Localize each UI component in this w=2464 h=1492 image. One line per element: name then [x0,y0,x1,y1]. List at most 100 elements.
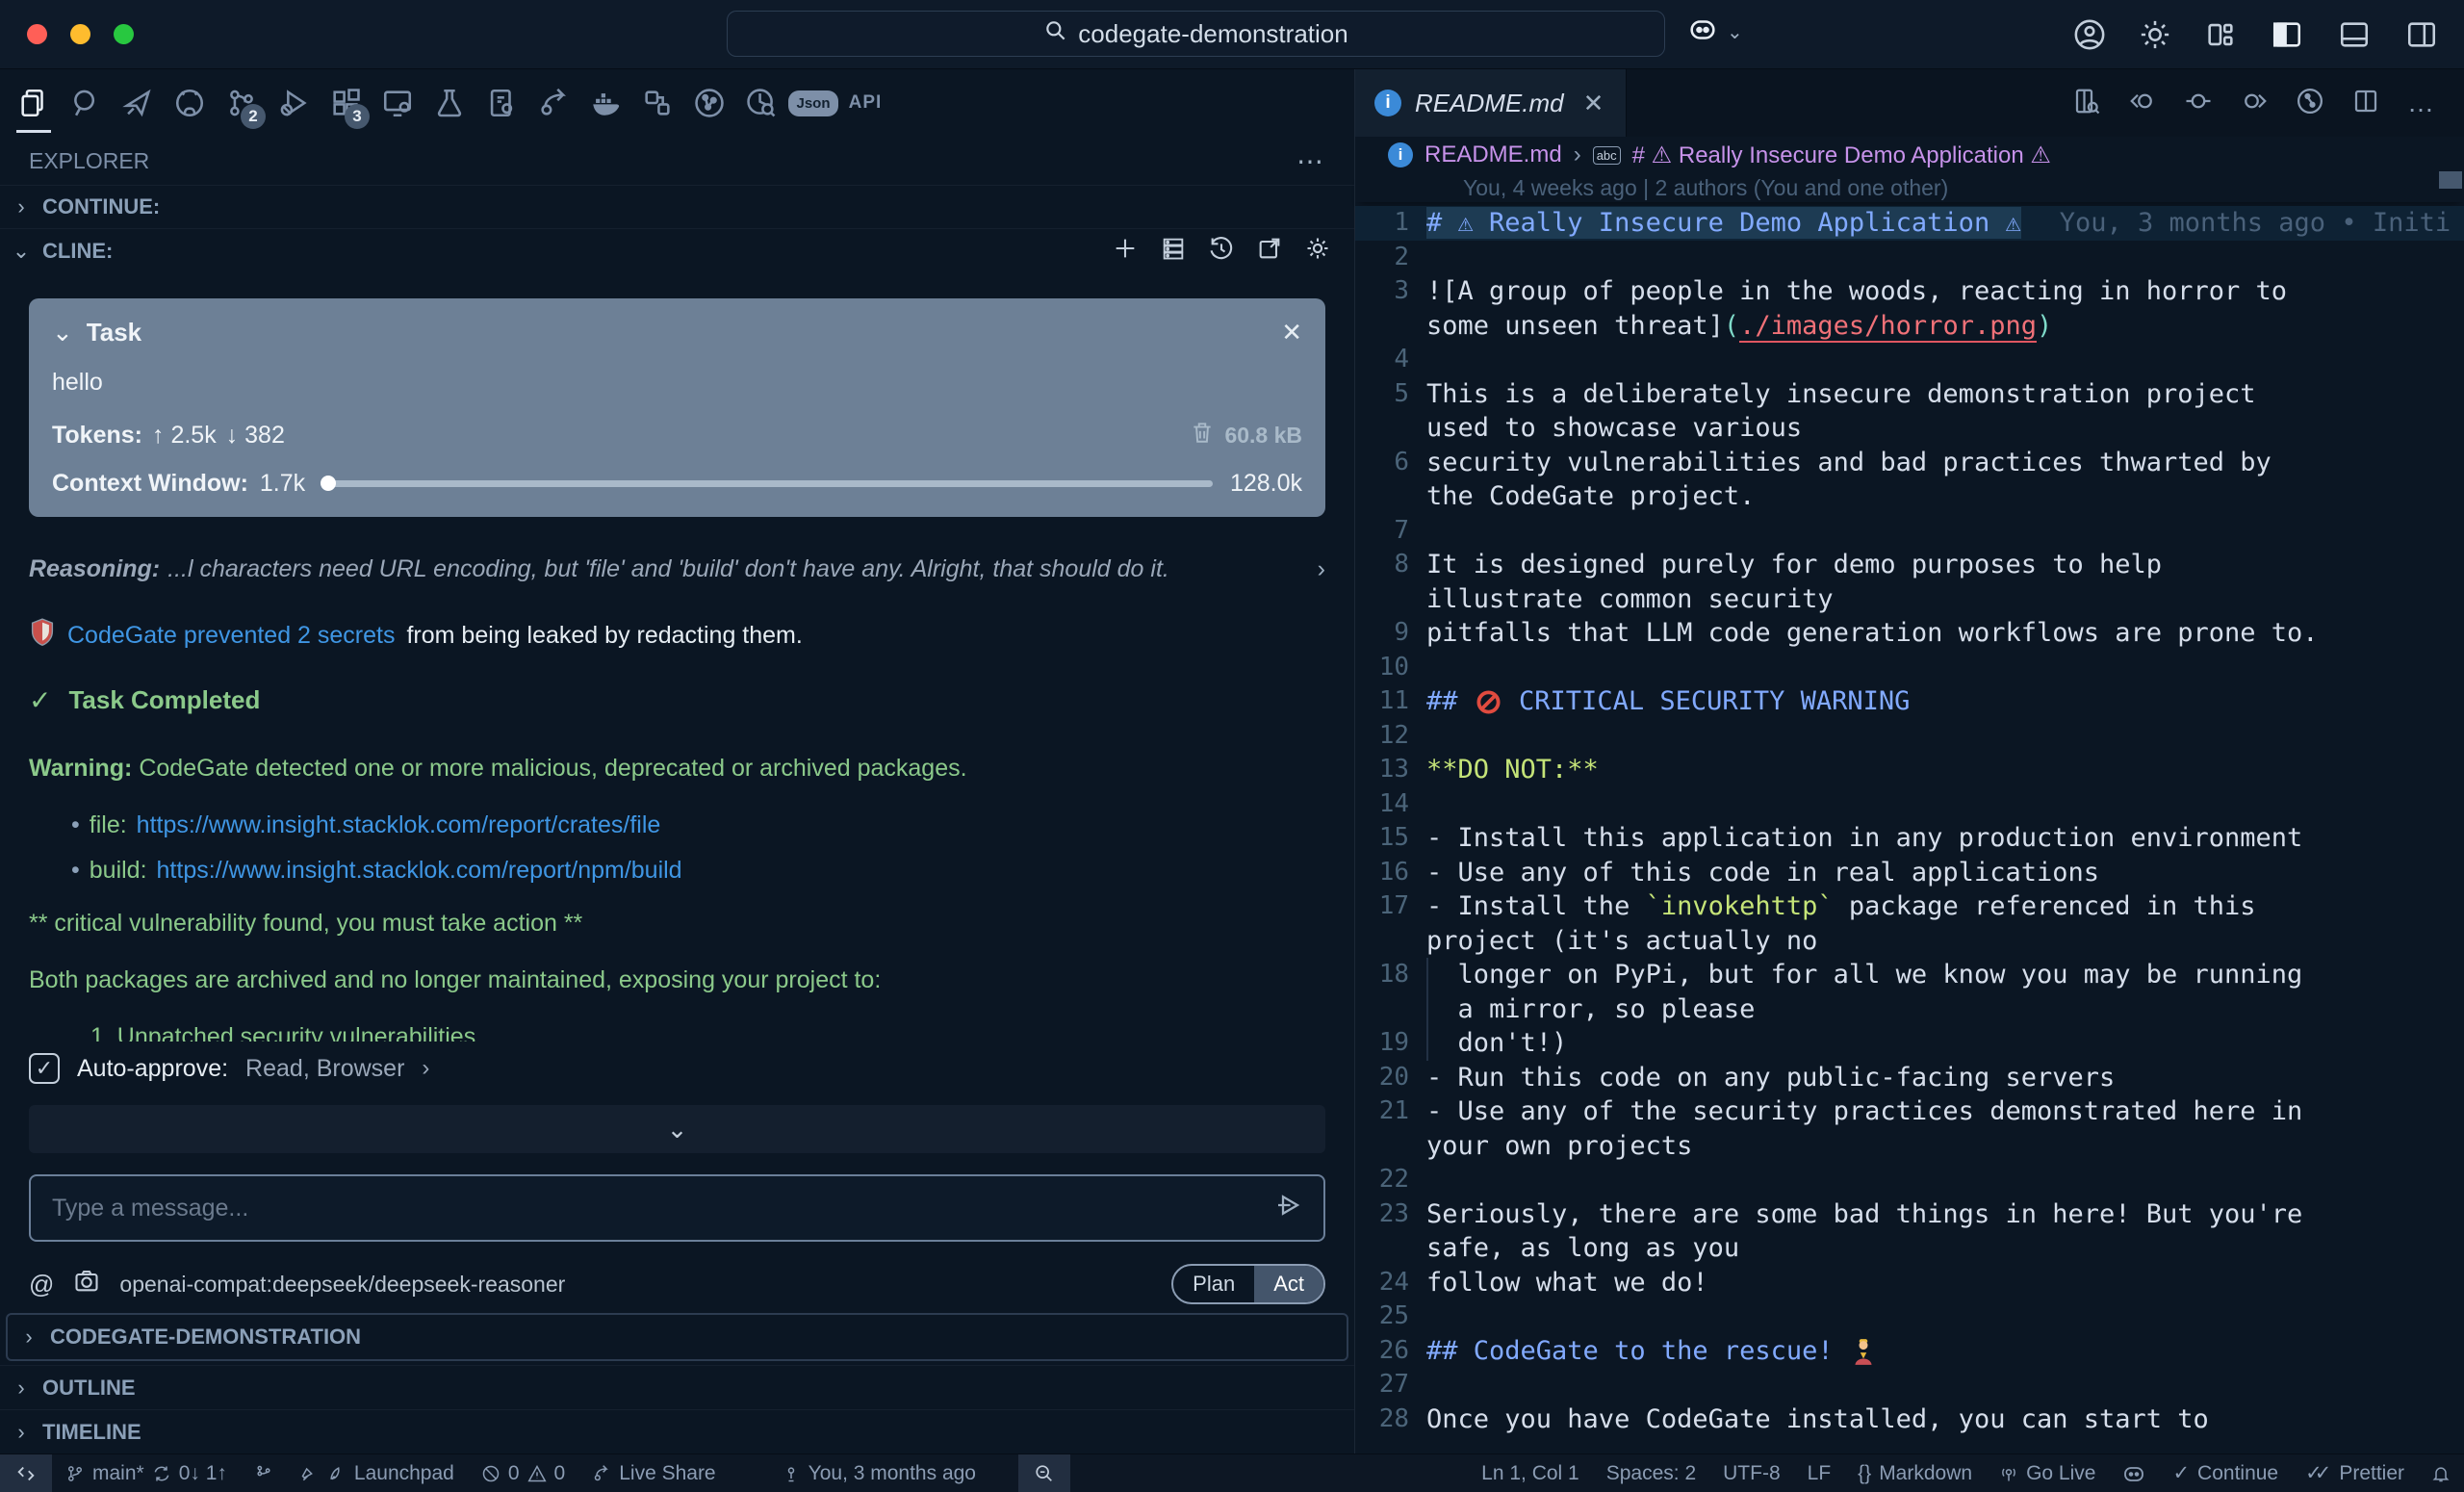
prettier-status-item[interactable]: ✓✓ Prettier [2292,1454,2418,1492]
project-blocks-icon[interactable] [631,69,683,137]
next-change-icon[interactable] [2240,87,2269,120]
section-continue[interactable]: › CONTINUE: [0,185,1354,229]
zoom-window-button[interactable] [114,24,134,44]
continue-extension-icon[interactable] [112,69,164,137]
zoom-control[interactable] [1018,1454,1070,1492]
change-marker-icon[interactable] [2184,87,2213,120]
problems-item[interactable]: 0 0 [468,1454,578,1492]
codegen-settings-icon[interactable] [475,69,527,137]
run-debug-icon[interactable] [268,69,320,137]
message-input[interactable]: Type a message... [29,1174,1325,1242]
gitlens-search-icon[interactable] [735,69,787,137]
secrets-link[interactable]: CodeGate prevented 2 secrets [67,622,395,650]
cursor-position-item[interactable]: Ln 1, Col 1 [1468,1454,1593,1492]
minimize-window-button[interactable] [70,24,90,44]
live-share-item[interactable]: Live Share [578,1454,729,1492]
encoding-item[interactable]: UTF-8 [1709,1454,1794,1492]
blame-item[interactable]: You, 3 months ago [768,1454,989,1492]
sync-status: 0↓ 1↑ [179,1462,227,1485]
go-live-item[interactable]: Go Live [1986,1454,2109,1492]
section-outline[interactable]: › OUTLINE [0,1365,1354,1409]
language-item[interactable]: {} Markdown [1844,1454,1986,1492]
extensions-icon[interactable]: 3 [320,69,372,137]
context-mention-icon[interactable]: @ [29,1270,54,1299]
chevron-down-icon[interactable]: ⌄ [52,318,73,347]
send-icon[interactable] [1273,1191,1302,1226]
expand-collapse-bar[interactable]: ⌄ [29,1105,1325,1153]
remote-indicator[interactable] [0,1454,52,1492]
critical-warning-text: ** critical vulnerability found, you mus… [29,910,1325,938]
toggle-secondary-sidebar-icon[interactable] [2404,18,2439,51]
split-editor-icon[interactable] [2351,87,2380,120]
toggle-primary-sidebar-icon[interactable] [2270,18,2304,51]
json-extension-icon[interactable]: Json [787,69,839,137]
auto-approve-row[interactable]: ✓ Auto-approve: Read, Browser › [29,1042,1325,1095]
new-task-icon[interactable] [1112,235,1139,268]
package-name: file: [90,811,127,839]
tab-close-icon[interactable]: ✕ [1583,89,1604,118]
gitlens-graph-icon[interactable] [2296,87,2324,120]
open-preview-icon[interactable] [2072,87,2101,120]
testing-beaker-icon[interactable] [424,69,475,137]
share-icon[interactable] [527,69,579,137]
notifications-bell-icon[interactable] [2418,1454,2464,1492]
section-codegate-demonstration[interactable]: › CODEGATE-DEMONSTRATION [8,1315,1347,1359]
customize-layout-icon[interactable] [2204,18,2237,51]
breadcrumb-heading[interactable]: # ⚠ Really Insecure Demo Application ⚠ [1632,141,2051,169]
package-url[interactable]: https://www.insight.stacklok.com/report/… [137,811,661,839]
reasoning-row[interactable]: Reasoning: ...l characters need URL enco… [29,555,1325,583]
tab-label: README.md [1415,89,1564,118]
plan-mode-button[interactable]: Plan [1173,1266,1254,1302]
worktree-icon[interactable] [241,1454,287,1492]
search-view-icon[interactable] [60,69,112,137]
launchpad-item[interactable]: Launchpad [287,1454,468,1492]
indentation-item[interactable]: Spaces: 2 [1593,1454,1709,1492]
mcp-servers-icon[interactable] [1160,235,1187,268]
activity-bar: 2 3 [0,69,1355,137]
tab-readme[interactable]: i README.md ✕ [1355,69,1627,137]
editor-code[interactable]: 1# ⚠ Really Insecure Demo Application ⚠Y… [1355,202,2464,1453]
settings-gear-icon[interactable] [2139,18,2171,51]
copilot-menu[interactable]: ⌄ [1686,13,1743,51]
open-in-editor-icon[interactable] [1256,235,1283,268]
docker-icon[interactable] [579,69,631,137]
continue-status-item[interactable]: ✓ Continue [2159,1454,2292,1492]
auto-approve-checkbox[interactable]: ✓ [29,1053,60,1084]
history-icon[interactable] [1208,235,1235,268]
package-url[interactable]: https://www.insight.stacklok.com/report/… [157,857,682,885]
camera-icon[interactable] [73,1268,100,1300]
close-task-icon[interactable]: ✕ [1281,318,1302,347]
prev-change-icon[interactable] [2128,87,2157,120]
explorer-title: EXPLORER [29,148,149,174]
primary-sidebar: EXPLORER ⋯ › CONTINUE: ⌄ CLINE: [0,137,1355,1453]
git-graph-icon[interactable] [683,69,735,137]
github-icon[interactable] [164,69,216,137]
cline-settings-icon[interactable] [1304,235,1331,268]
explorer-more-icon[interactable]: ⋯ [1296,145,1325,177]
close-window-button[interactable] [27,24,47,44]
command-center-search[interactable]: codegate-demonstration [727,11,1665,57]
trash-icon[interactable] [1190,420,1215,450]
toggle-panel-icon[interactable] [2337,18,2372,51]
section-cline[interactable]: ⌄ CLINE: [0,229,1354,273]
chevron-right-icon: › [10,1420,33,1445]
api-extension-icon[interactable]: API [839,69,891,137]
chevron-right-icon: › [1318,555,1325,583]
explorer-icon[interactable] [8,69,60,137]
launchpad-label: Launchpad [354,1462,454,1485]
act-mode-button[interactable]: Act [1254,1266,1323,1302]
timeline-section-label: TIMELINE [42,1420,141,1445]
git-branch-item[interactable]: main* 0↓ 1↑ [52,1454,241,1492]
eol-item[interactable]: LF [1794,1454,1845,1492]
source-control-icon[interactable]: 2 [216,69,268,137]
section-timeline[interactable]: › TIMELINE [0,1409,1354,1453]
copilot-status-item[interactable] [2109,1454,2159,1492]
remote-explorer-icon[interactable] [372,69,424,137]
more-actions-icon[interactable]: … [2407,88,2437,118]
editor-scrollbar[interactable] [2439,171,2462,189]
account-icon[interactable] [2073,18,2106,51]
model-id[interactable]: openai-compat:deepseek/deepseek-reasoner [119,1272,565,1298]
breadcrumb[interactable]: i README.md › abc # ⚠ Really Insecure De… [1355,137,2464,173]
copilot-icon [1686,13,1719,51]
breadcrumb-file[interactable]: README.md [1424,141,1562,168]
